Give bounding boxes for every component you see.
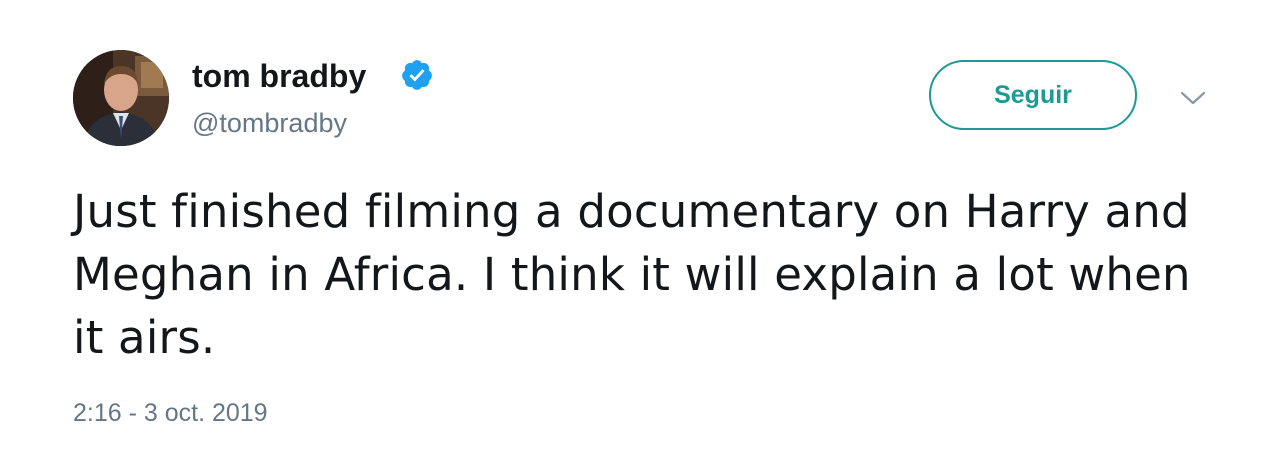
verified-badge-icon: [402, 60, 432, 90]
author-avatar[interactable]: [73, 50, 169, 146]
avatar-photo-icon: [73, 50, 169, 146]
tweet-text: Just finished filming a documentary on H…: [73, 185, 1191, 364]
author-handle[interactable]: @tombradby: [192, 106, 347, 140]
more-options-button[interactable]: [1178, 86, 1208, 110]
author-name[interactable]: tom bradby: [192, 56, 366, 96]
tweet-card: tom bradby @tombradby Seguir Just finish…: [0, 0, 1280, 449]
chevron-down-icon: [1180, 91, 1206, 105]
tweet-timestamp[interactable]: 2:16 - 3 oct. 2019: [73, 397, 268, 429]
follow-button[interactable]: Seguir: [929, 60, 1137, 130]
